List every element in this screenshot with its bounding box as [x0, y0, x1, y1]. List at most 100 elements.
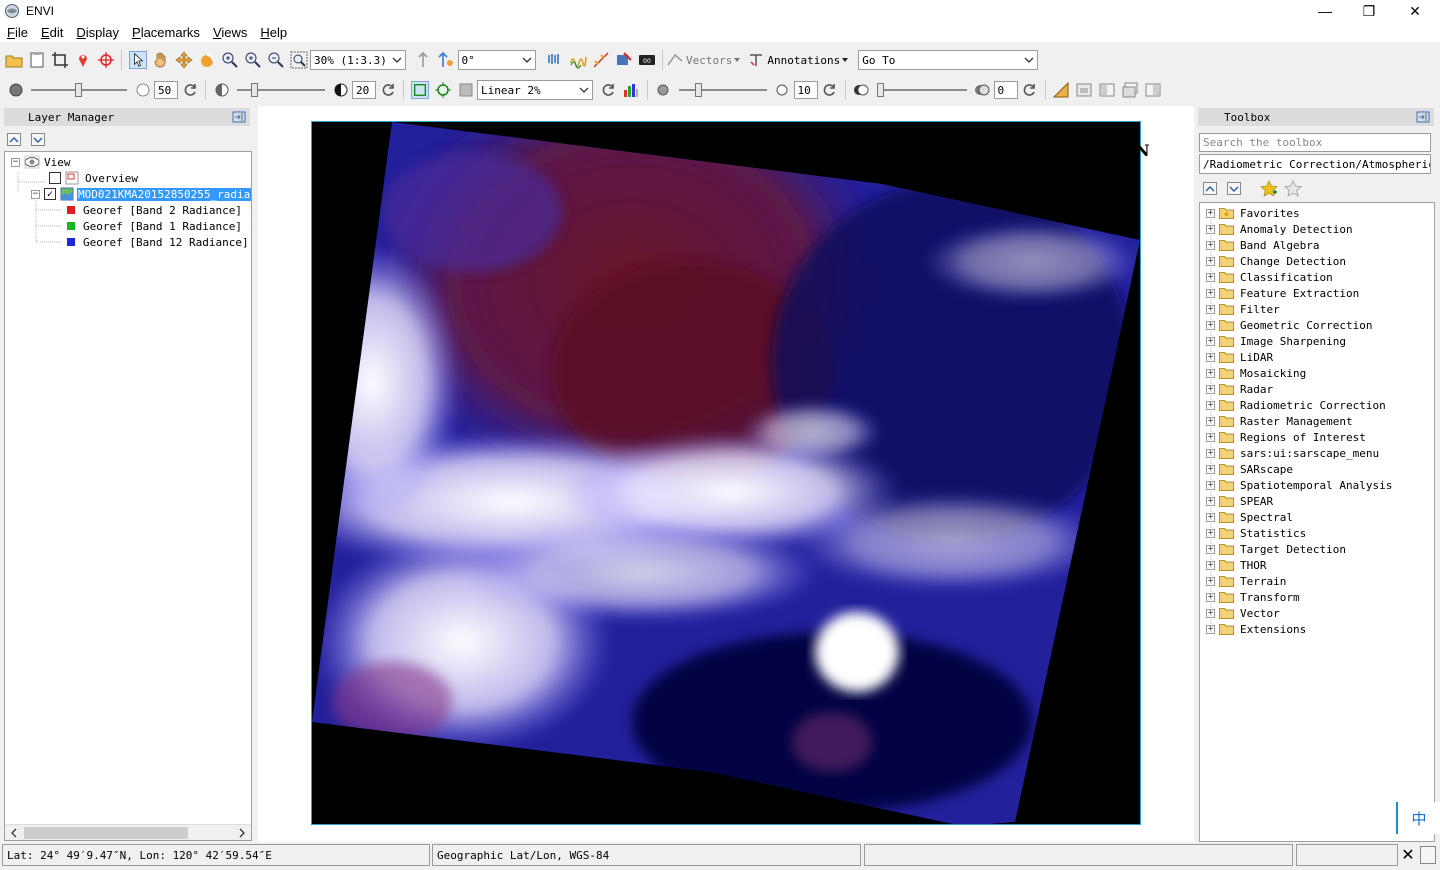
dock-pin-icon[interactable]	[232, 111, 246, 123]
toolbox-folder-item[interactable]: + Extensions	[1206, 621, 1306, 637]
toolbox-folder-item[interactable]: + Classification	[1206, 269, 1333, 285]
contrast-value-field[interactable]: 20	[352, 81, 376, 99]
toolbox-path-field[interactable]: /Radiometric Correction/Atmospheric Corr…	[1199, 154, 1431, 174]
cursor-value-icon[interactable]	[546, 51, 564, 69]
zoom-in-icon[interactable]	[221, 51, 239, 69]
move-layer-up-button[interactable]	[7, 133, 21, 146]
toolbox-folder-item[interactable]: + Anomaly Detection	[1206, 221, 1353, 237]
reset-transparency-icon[interactable]	[1020, 81, 1038, 99]
toolbox-folder-item[interactable]: + Transform	[1206, 589, 1300, 605]
slider-thumb[interactable]	[876, 83, 884, 97]
collapse-all-button[interactable]	[1203, 182, 1217, 195]
sharpen-value-field[interactable]: 10	[793, 81, 818, 99]
scroll-right-icon[interactable]	[237, 828, 247, 838]
menu-edit[interactable]: Edit	[34, 25, 69, 40]
refresh-stretch-icon[interactable]	[599, 81, 617, 99]
toolbox-folder-item[interactable]: + Geometric Correction	[1206, 317, 1372, 333]
contrast-slider[interactable]	[237, 81, 325, 99]
menu-help[interactable]: Help	[253, 25, 293, 40]
placemark-icon[interactable]	[74, 51, 92, 69]
toolbox-folder-item[interactable]: + Regions of Interest	[1206, 429, 1366, 445]
toolbox-folder-item[interactable]: + Raster Management	[1206, 413, 1353, 429]
cancel-process-button[interactable]: ✕	[1400, 847, 1416, 864]
resize-grip[interactable]	[1420, 846, 1436, 864]
toolbox-folder-item[interactable]: + Statistics	[1206, 525, 1306, 541]
add-favorite-star-icon[interactable]	[1260, 180, 1278, 198]
pan-hand-icon[interactable]	[152, 51, 170, 69]
annotations-menu[interactable]: Annotations	[748, 53, 850, 67]
toolbox-folder-item[interactable]: + Favorites	[1206, 205, 1300, 221]
slider-thumb[interactable]	[694, 83, 702, 97]
brightness-slider[interactable]	[31, 81, 127, 99]
toolbox-folder-item[interactable]: + Spatiotemporal Analysis	[1206, 477, 1392, 493]
crosshair-icon[interactable]	[97, 51, 115, 69]
reset-contrast-icon[interactable]	[379, 81, 397, 99]
layer-tree-hscrollbar[interactable]	[5, 824, 251, 840]
chip-view-icon[interactable]	[615, 51, 633, 69]
fly-icon[interactable]	[175, 51, 193, 69]
sharpen-slider[interactable]	[678, 81, 767, 99]
crop-icon[interactable]	[51, 51, 69, 69]
blend-view-icon[interactable]	[1098, 81, 1116, 99]
toolbox-folder-item[interactable]: + Image Sharpening	[1206, 333, 1346, 349]
rotation-select[interactable]: 0°	[457, 50, 536, 70]
spectral-profile-icon[interactable]	[569, 51, 587, 69]
profile-tool-icon[interactable]	[592, 51, 610, 69]
scrollbar-thumb[interactable]	[24, 827, 188, 839]
expand-all-button[interactable]	[1227, 182, 1241, 195]
portal-icon[interactable]: 00	[638, 51, 656, 69]
transparency-slider[interactable]	[876, 81, 967, 99]
minimize-button[interactable]: —	[1302, 0, 1348, 22]
zoom-fixed-in-icon[interactable]	[244, 51, 262, 69]
toolbox-search-input[interactable]: Search the toolbox	[1199, 133, 1431, 152]
rotate-icon[interactable]	[198, 51, 216, 69]
close-button[interactable]: ✕	[1392, 0, 1438, 22]
menu-placemarks[interactable]: Placemarks	[125, 25, 206, 40]
rotate-custom-icon[interactable]	[437, 51, 455, 69]
image-view[interactable]: N	[258, 106, 1194, 842]
band-row-green[interactable]: Georef [Band 1 Radiance] (0.	[67, 218, 251, 234]
image-canvas[interactable]	[311, 121, 1141, 825]
goto-combo[interactable]: Go To	[858, 50, 1039, 70]
ime-indicator[interactable]: 中	[1396, 802, 1440, 834]
stretch-type-select[interactable]: Linear 2%	[477, 80, 593, 100]
transparency-value-field[interactable]: 0	[993, 81, 1018, 99]
toolbox-folder-item[interactable]: + Radiometric Correction	[1206, 397, 1386, 413]
single-view-icon[interactable]	[1075, 81, 1093, 99]
maximize-button[interactable]: ❐	[1346, 0, 1392, 22]
brightness-value-field[interactable]: 50	[154, 81, 178, 99]
toolbox-folder-item[interactable]: + Change Detection	[1206, 253, 1346, 269]
band-row-blue[interactable]: Georef [Band 12 Radiance] ((	[67, 234, 251, 250]
menu-views[interactable]: Views	[206, 25, 253, 40]
band-row-red[interactable]: Georef [Band 2 Radiance] (0.	[67, 202, 251, 218]
toolbox-folder-item[interactable]: + Band Algebra	[1206, 237, 1319, 253]
zoom-out-icon[interactable]	[267, 51, 285, 69]
histogram-icon[interactable]	[622, 81, 640, 99]
remove-favorite-star-icon[interactable]	[1284, 180, 1302, 198]
move-layer-down-button[interactable]	[31, 133, 45, 146]
toolbox-folder-item[interactable]: + Mosaicking	[1206, 365, 1306, 381]
stretch-lock-icon[interactable]	[457, 81, 475, 99]
vectors-menu[interactable]: Vectors	[667, 53, 742, 67]
dock-pin-icon[interactable]	[1416, 111, 1430, 123]
swipe-view-icon[interactable]	[1144, 81, 1162, 99]
slider-thumb[interactable]	[75, 83, 82, 97]
zoom-extent-icon[interactable]	[290, 51, 308, 69]
toolbox-folder-item[interactable]: + sars:ui:sarscape_menu	[1206, 445, 1379, 461]
view-extent-stretch-icon[interactable]	[434, 81, 452, 99]
open-folder-icon[interactable]	[5, 51, 23, 69]
full-extent-stretch-icon[interactable]	[410, 81, 429, 99]
reset-brightness-icon[interactable]	[181, 81, 199, 99]
toolbox-folder-item[interactable]: + Target Detection	[1206, 541, 1346, 557]
menu-display[interactable]: Display	[69, 25, 125, 40]
flicker-view-icon[interactable]	[1121, 81, 1139, 99]
scroll-left-icon[interactable]	[9, 828, 19, 838]
toolbox-folder-item[interactable]: + Feature Extraction	[1206, 285, 1359, 301]
zoom-level-select[interactable]: 30% (1:3.3)	[310, 50, 406, 70]
data-manager-icon[interactable]	[28, 51, 46, 69]
select-arrow-icon[interactable]	[128, 51, 147, 69]
measure-tool-icon[interactable]	[1052, 81, 1070, 99]
rotate-north-icon[interactable]	[414, 51, 432, 69]
reset-sharpen-icon[interactable]	[820, 81, 838, 99]
menu-file[interactable]: File	[0, 25, 34, 40]
